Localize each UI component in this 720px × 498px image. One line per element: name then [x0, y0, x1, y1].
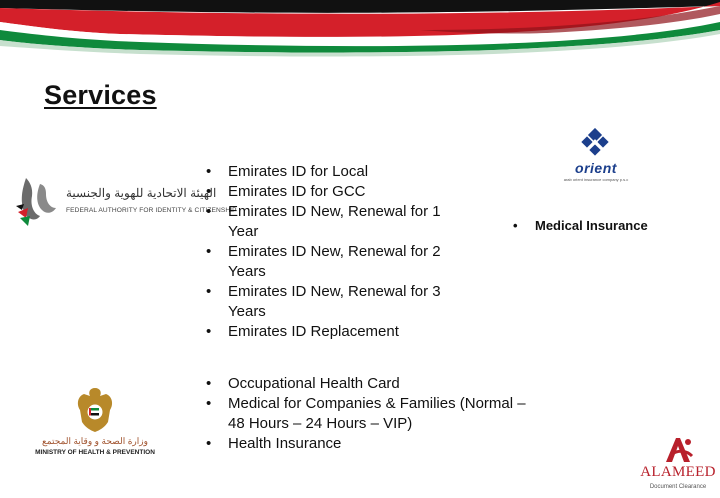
- list-item: Health Insurance: [206, 434, 541, 454]
- insurance-services-list: Medical Insurance: [513, 216, 693, 236]
- list-item: Occupational Health Card: [206, 374, 541, 394]
- list-item: Emirates ID Replacement: [206, 322, 441, 342]
- alameed-wordmark: ALAMEED: [640, 464, 716, 480]
- uae-flag-wave-banner: [0, 0, 720, 57]
- page-title: Services: [44, 80, 157, 110]
- list-item: Emirates ID for GCC: [206, 182, 441, 202]
- uae-falcon-emblem-icon: [77, 388, 113, 432]
- orient-diamond-icon: [581, 127, 609, 156]
- alameed-logo: ALAMEED Document Clearance: [636, 434, 720, 494]
- orient-wordmark: orient: [575, 160, 617, 176]
- alameed-a-mark-icon: [666, 438, 694, 462]
- federal-authority-logo: الهيئة الاتحادية للهوية والجنسية FEDERAL…: [14, 170, 237, 230]
- orient-tagline: arab orient insurance company p.s.c: [563, 177, 629, 182]
- emirates-id-services-list: Emirates ID for Local Emirates ID for GC…: [206, 162, 441, 342]
- falcon-emblem-icon: [16, 178, 56, 226]
- list-item: Medical for Companies & Families (Normal…: [206, 394, 541, 434]
- federal-authority-arabic-name: الهيئة الاتحادية للهوية والجنسية: [66, 186, 217, 200]
- list-item: Emirates ID New, Renewal for 2 Years: [206, 242, 441, 282]
- health-services-list: Occupational Health Card Medical for Com…: [206, 374, 541, 454]
- slide: Services الهيئة الاتحادية للهوية والجنسي…: [0, 0, 720, 498]
- list-item: Emirates ID for Local: [206, 162, 441, 182]
- list-item: Emirates ID New, Renewal for 1 Year: [206, 202, 441, 242]
- ministry-of-health-arabic-name: وزارة الصحة و وقاية المجتمع: [42, 436, 148, 446]
- alameed-tagline: Document Clearance: [649, 484, 707, 490]
- list-item: Medical Insurance: [513, 216, 693, 236]
- ministry-of-health-logo: وزارة الصحة و وقاية المجتمع MINISTRY OF …: [30, 384, 160, 464]
- list-item: Emirates ID New, Renewal for 3 Years: [206, 282, 441, 322]
- ministry-of-health-english-name: MINISTRY OF HEALTH & PREVENTION: [35, 449, 155, 456]
- orient-insurance-logo: orient arab orient insurance company p.s…: [556, 127, 636, 188]
